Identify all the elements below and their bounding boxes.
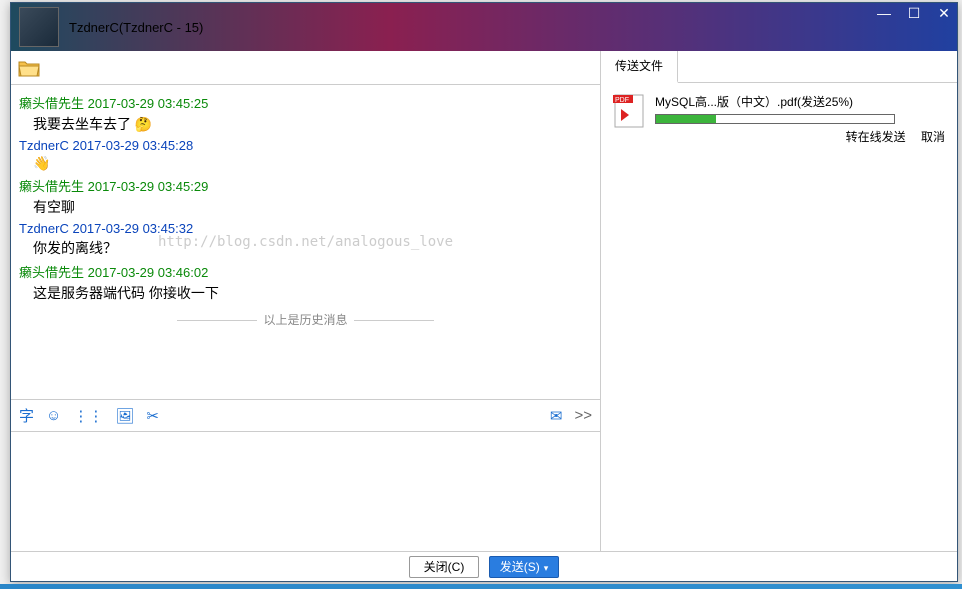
file-actions: 转在线发送 取消 (655, 128, 945, 145)
file-transfer-item: PDF MySQL高...版（中文）.pdf(发送25%) 转在线发送 取消 (601, 83, 957, 155)
message-header: 癞头借先生 2017-03-29 03:45:25 (19, 93, 592, 112)
font-button[interactable]: 字 (19, 405, 34, 426)
message-body: 有空聊 (33, 197, 592, 217)
shake-button[interactable]: ⋮⋮ (73, 407, 103, 425)
folder-icon[interactable] (17, 58, 41, 78)
maximize-button[interactable]: ☐ (905, 5, 923, 22)
progress-bar (655, 114, 895, 124)
window-controls: — ☐ ✕ (875, 5, 953, 22)
chat-panel: http://blog.csdn.net/analogous_love 癞头借先… (11, 51, 601, 551)
message-header: TzdnerC 2017-03-29 03:45:32 (19, 221, 592, 236)
minimize-button[interactable]: — (875, 5, 893, 22)
history-divider: 以上是历史消息 (19, 311, 592, 328)
close-button[interactable]: ✕ (935, 5, 953, 22)
mail-icon[interactable]: ✉ (550, 407, 563, 425)
transfer-panel: 传送文件 PDF MySQL高...版（中文）.pdf(发送25%) 转在线发送… (601, 51, 957, 551)
svg-text:PDF: PDF (615, 97, 629, 104)
message-header: 癞头借先生 2017-03-29 03:45:29 (19, 176, 592, 195)
switch-online-link[interactable]: 转在线发送 (846, 130, 906, 144)
send-button[interactable]: 发送(S) (489, 556, 559, 578)
footer: 关闭(C) 发送(S) (11, 551, 957, 581)
close-chat-button[interactable]: 关闭(C) (409, 556, 479, 578)
pdf-icon: PDF (613, 93, 645, 129)
top-toolbar (11, 51, 600, 85)
chat-log[interactable]: http://blog.csdn.net/analogous_love 癞头借先… (11, 85, 600, 399)
contact-avatar[interactable] (19, 7, 59, 47)
cancel-link[interactable]: 取消 (921, 130, 945, 144)
more-button[interactable]: >> (574, 407, 592, 424)
message-header: TzdnerC 2017-03-29 03:45:28 (19, 138, 592, 153)
editor-toolbar: 字 ☺ ⋮⋮ 🖼 ✂ ✉ >> (11, 399, 600, 431)
file-name: MySQL高...版（中文）.pdf(发送25%) (655, 93, 945, 110)
message-header: 癞头借先生 2017-03-29 03:46:02 (19, 262, 592, 281)
image-button[interactable]: 🖼 (115, 407, 134, 425)
message-body: 👋 (33, 155, 592, 172)
screenshot-button[interactable]: ✂ (146, 407, 159, 425)
chat-window: TzdnerC(TzdnerC - 15) — ☐ ✕ http://blog.… (10, 2, 958, 582)
transfer-tabs: 传送文件 (601, 51, 957, 83)
message-body: 你发的离线？ (33, 238, 592, 258)
window-title: TzdnerC(TzdnerC - 15) (69, 20, 203, 35)
message-input[interactable] (11, 431, 600, 551)
emoji-button[interactable]: ☺ (46, 407, 61, 424)
titlebar[interactable]: TzdnerC(TzdnerC - 15) — ☐ ✕ (11, 3, 957, 51)
file-info: MySQL高...版（中文）.pdf(发送25%) 转在线发送 取消 (655, 93, 945, 145)
desktop-taskbar (0, 584, 962, 589)
window-body: http://blog.csdn.net/analogous_love 癞头借先… (11, 51, 957, 551)
message-body: 我要去坐车去了 🤔 (33, 114, 592, 134)
tab-file-transfer[interactable]: 传送文件 (601, 51, 678, 83)
message-body: 这是服务器端代码 你接收一下 (33, 283, 592, 303)
